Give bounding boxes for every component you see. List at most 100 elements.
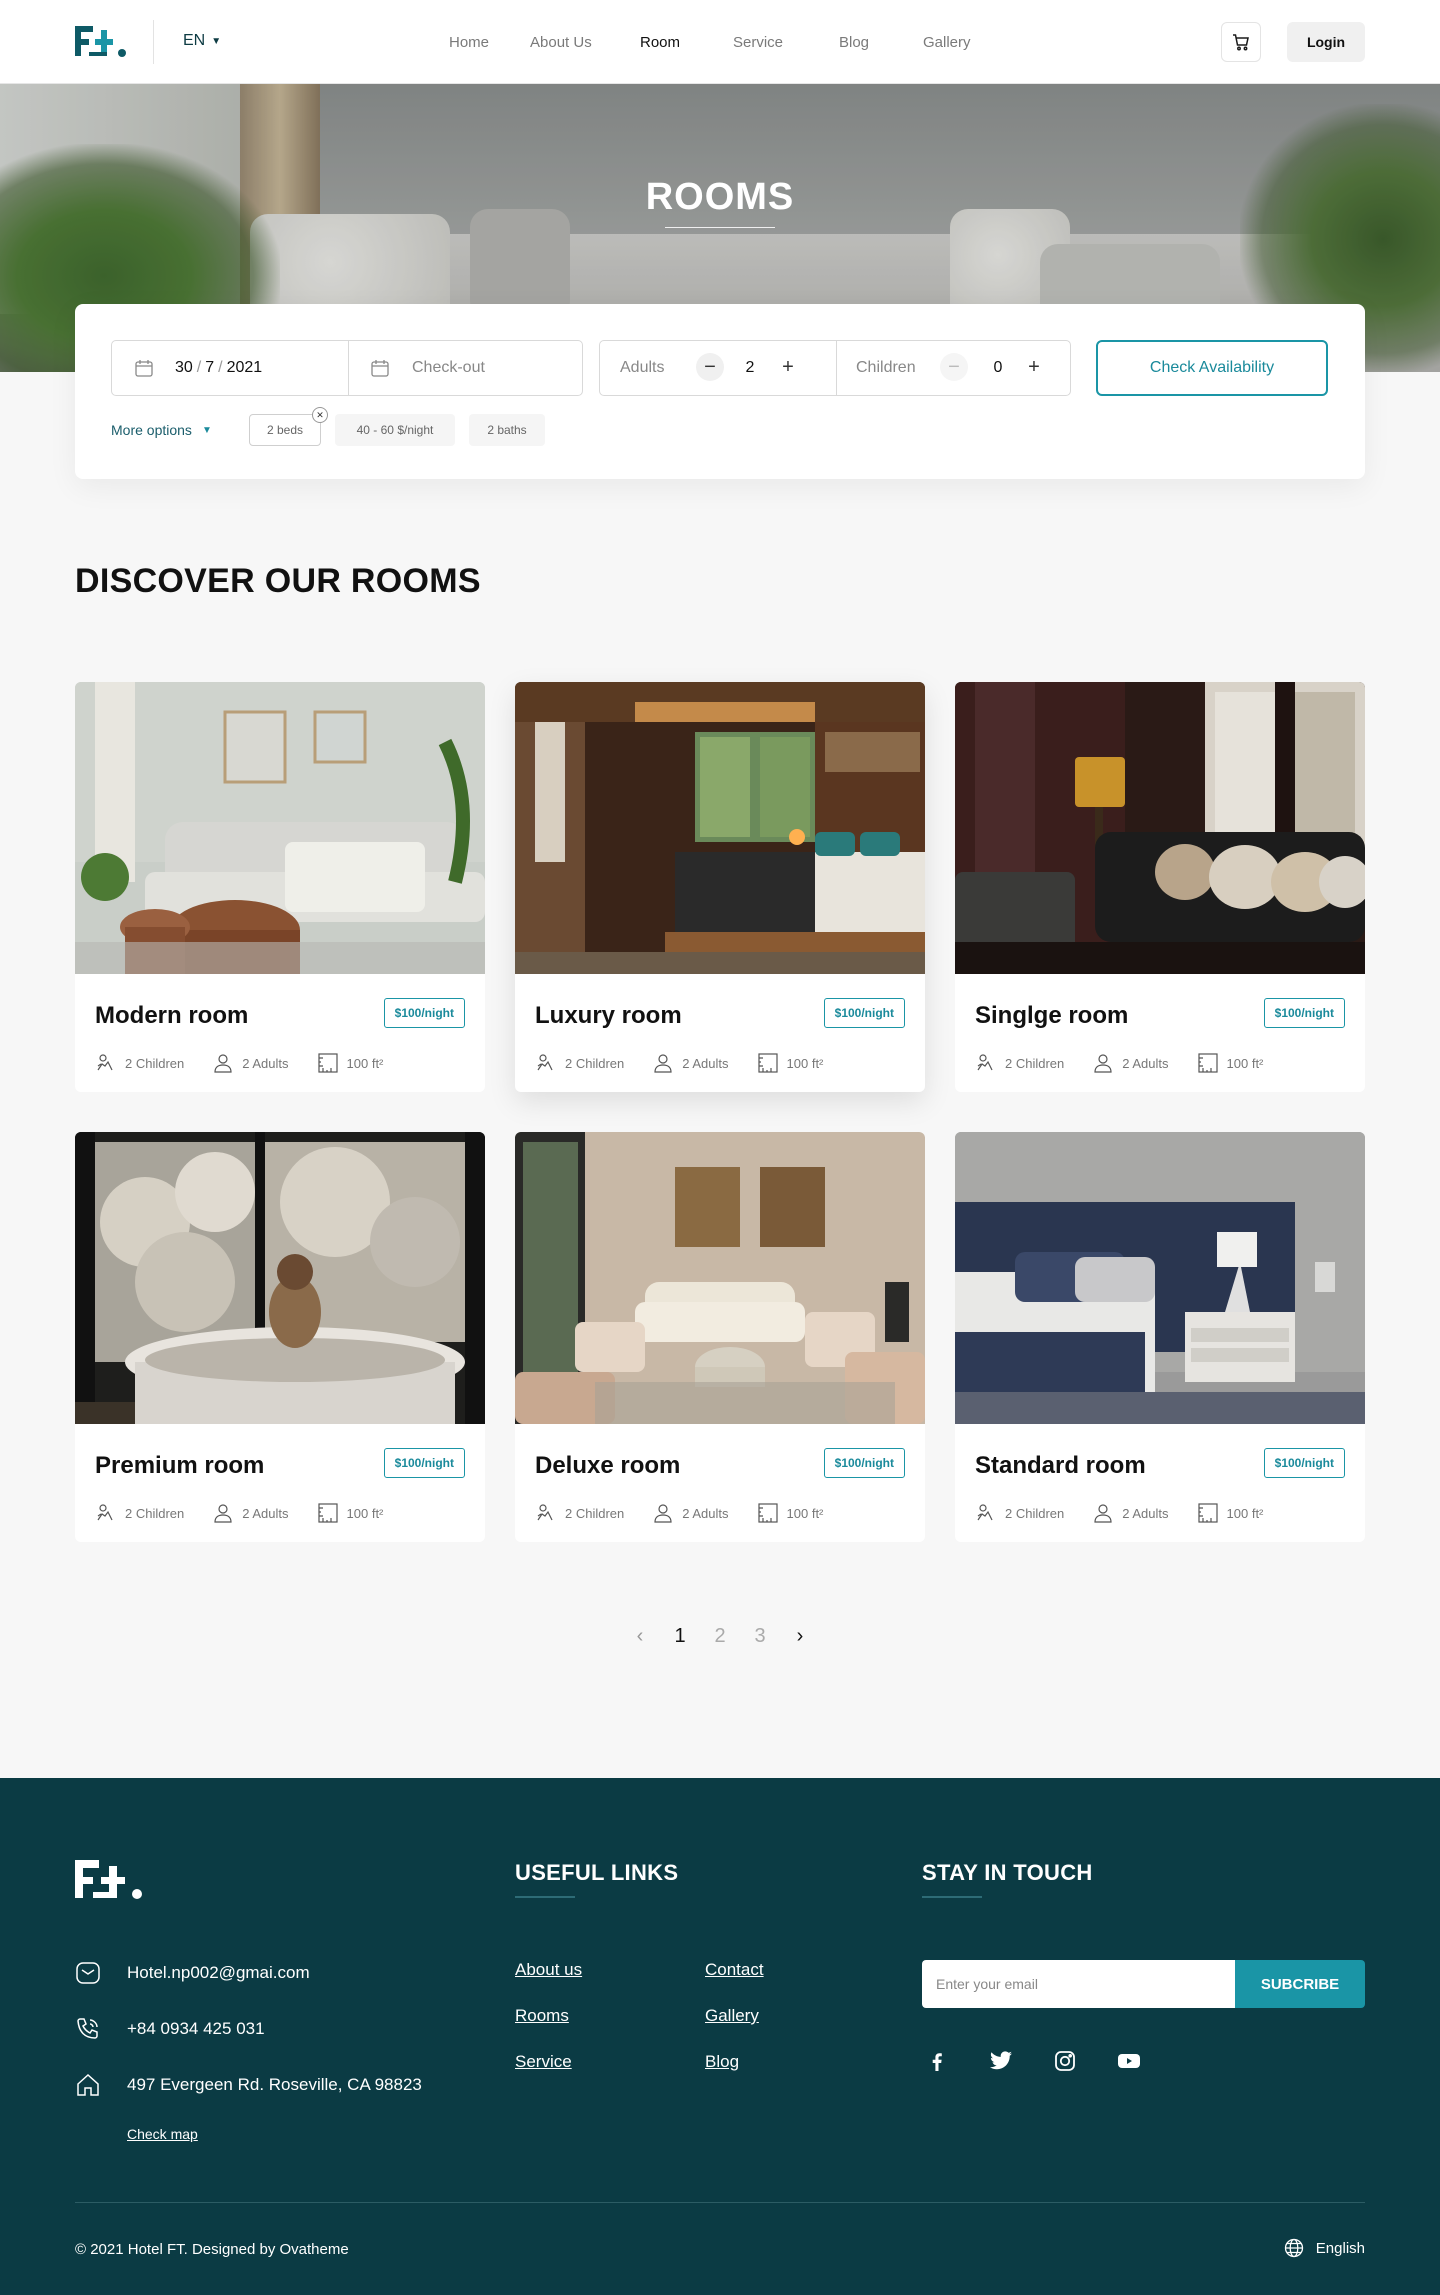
phone-icon	[77, 2018, 98, 2039]
site-header: EN ▼ Home About Us Room Service Blog Gal…	[0, 0, 1440, 84]
caret-down-icon: ▼	[201, 424, 212, 436]
nav-blog[interactable]: Blog	[839, 34, 923, 51]
subscribe-button[interactable]: SUBCRIBE	[1235, 1960, 1365, 2008]
useful-links-heading: USEFUL LINKS	[515, 1860, 679, 1885]
footer-link-service[interactable]: Service	[515, 2052, 572, 2072]
page-title: ROOMS	[645, 176, 795, 218]
nav-about-us[interactable]: About Us	[530, 34, 640, 51]
children-icon	[537, 1504, 553, 1521]
footer-phone[interactable]: +84 0934 425 031	[75, 2016, 265, 2042]
footer-link-blog[interactable]: Blog	[705, 2052, 739, 2072]
prev-page-button[interactable]: ‹	[620, 1625, 660, 1648]
room-price-badge: $100/night	[383, 998, 465, 1028]
children-icon	[537, 1054, 553, 1071]
cart-button[interactable]	[1221, 22, 1261, 62]
globe-icon	[1284, 2238, 1303, 2258]
close-icon[interactable]: ✕	[312, 407, 328, 423]
children-label: Children	[856, 359, 916, 376]
calendar-icon	[135, 360, 153, 377]
nav-gallery[interactable]: Gallery	[923, 34, 971, 51]
header-divider	[153, 20, 154, 64]
footer-link-gallery[interactable]: Gallery	[705, 2006, 759, 2026]
room-name[interactable]: Luxury room	[535, 1002, 682, 1030]
room-image[interactable]	[955, 1132, 1365, 1424]
children-icon	[97, 1054, 113, 1071]
room-card[interactable]: Singlge room $100/night 2 Children 2 Adu…	[955, 682, 1365, 1092]
nav-home[interactable]: Home	[449, 34, 530, 51]
facebook-icon[interactable]	[922, 2046, 952, 2076]
room-image[interactable]	[955, 682, 1365, 974]
room-image[interactable]	[515, 682, 925, 974]
room-meta: 2 Children 2 Adults 100 ft²	[975, 1502, 1291, 1524]
room-name[interactable]: Standard room	[975, 1452, 1146, 1480]
room-image[interactable]	[515, 1132, 925, 1424]
page-2[interactable]: 2	[700, 1625, 740, 1648]
filter-chip-baths[interactable]: 2 baths	[469, 414, 545, 446]
nav-service[interactable]: Service	[733, 34, 839, 51]
mail-icon	[76, 1962, 100, 1984]
language-label: EN	[183, 32, 206, 49]
adult-icon	[654, 1054, 672, 1073]
adult-icon	[654, 1504, 672, 1523]
room-card[interactable]: Premium room $100/night 2 Children 2 Adu…	[75, 1132, 485, 1542]
children-plus-button[interactable]: +	[1020, 353, 1048, 381]
footer-link-rooms[interactable]: Rooms	[515, 2006, 569, 2026]
login-button[interactable]: Login	[1287, 22, 1365, 62]
room-name[interactable]: Premium room	[95, 1452, 264, 1480]
home-icon	[77, 2073, 99, 2096]
page-3[interactable]: 3	[740, 1625, 780, 1648]
room-card[interactable]: Luxury room $100/night 2 Children 2 Adul…	[515, 682, 925, 1092]
area-icon	[1197, 1053, 1218, 1073]
room-meta: 2 Children 2 Adults 100 ft²	[95, 1052, 411, 1074]
next-page-button[interactable]: ›	[780, 1625, 820, 1648]
room-image[interactable]	[75, 1132, 485, 1424]
twitter-icon[interactable]	[986, 2046, 1016, 2076]
room-card[interactable]: Deluxe room $100/night 2 Children 2 Adul…	[515, 1132, 925, 1542]
children-icon	[977, 1504, 993, 1521]
newsletter-email-input[interactable]	[922, 1960, 1235, 2008]
footer-link-contact[interactable]: Contact	[705, 1960, 764, 1980]
guests-field: Adults − 2 + Children − 0 +	[599, 340, 1071, 396]
adult-icon	[1094, 1054, 1112, 1073]
footer-email[interactable]: Hotel.np002@gmai.com	[75, 1960, 310, 1986]
logo[interactable]	[75, 24, 127, 58]
room-name[interactable]: Singlge room	[975, 1002, 1128, 1030]
footer-link-about[interactable]: About us	[515, 1960, 582, 1980]
checkin-date[interactable]: 30/7/2021	[175, 359, 262, 377]
footer-address[interactable]: 497 Evergeen Rd. Roseville, CA 98823	[75, 2072, 422, 2098]
heading-underline	[922, 1896, 982, 1898]
instagram-icon[interactable]	[1050, 2046, 1080, 2076]
adults-plus-button[interactable]: +	[774, 353, 802, 381]
footer-language-selector[interactable]: English	[1284, 2238, 1365, 2258]
room-image[interactable]	[75, 682, 485, 974]
room-card[interactable]: Standard room $100/night 2 Children 2 Ad…	[955, 1132, 1365, 1542]
area-icon	[317, 1503, 338, 1523]
minus-icon: −	[948, 356, 960, 378]
room-name[interactable]: Deluxe room	[535, 1452, 680, 1480]
filter-chip-beds[interactable]: 2 beds ✕	[249, 407, 328, 446]
booking-form: 30/7/2021 Check-out Adults − 2 + Childre…	[75, 304, 1365, 479]
more-options-toggle[interactable]: More options ▼	[111, 422, 212, 438]
check-map-link[interactable]: Check map	[127, 2126, 198, 2142]
footer-logo[interactable]	[75, 1858, 143, 1900]
area-icon	[317, 1053, 338, 1073]
check-availability-button[interactable]: Check Availability	[1096, 340, 1328, 396]
youtube-icon[interactable]	[1114, 2046, 1144, 2076]
nav-room[interactable]: Room	[640, 34, 733, 51]
adults-label: Adults	[620, 359, 665, 376]
copyright-text: © 2021 Hotel FT. Designed by Ovatheme	[75, 2241, 349, 2258]
adults-value: 2	[745, 359, 755, 376]
children-minus-button[interactable]: −	[940, 353, 968, 381]
checkout-date[interactable]: Check-out	[412, 359, 485, 377]
language-selector[interactable]: EN ▼	[183, 32, 221, 50]
page-1[interactable]: 1	[660, 1625, 700, 1648]
room-meta: 2 Children 2 Adults 100 ft²	[535, 1052, 851, 1074]
filter-chip-price[interactable]: 40 - 60 $/night	[335, 414, 455, 446]
area-icon	[1197, 1503, 1218, 1523]
plus-icon: +	[1028, 356, 1040, 378]
room-card[interactable]: Modern room $100/night 2 Children 2 Adul…	[75, 682, 485, 1092]
social-links	[922, 2046, 1144, 2076]
room-name[interactable]: Modern room	[95, 1002, 248, 1030]
adults-minus-button[interactable]: −	[696, 353, 724, 381]
caret-down-icon: ▼	[211, 35, 222, 47]
